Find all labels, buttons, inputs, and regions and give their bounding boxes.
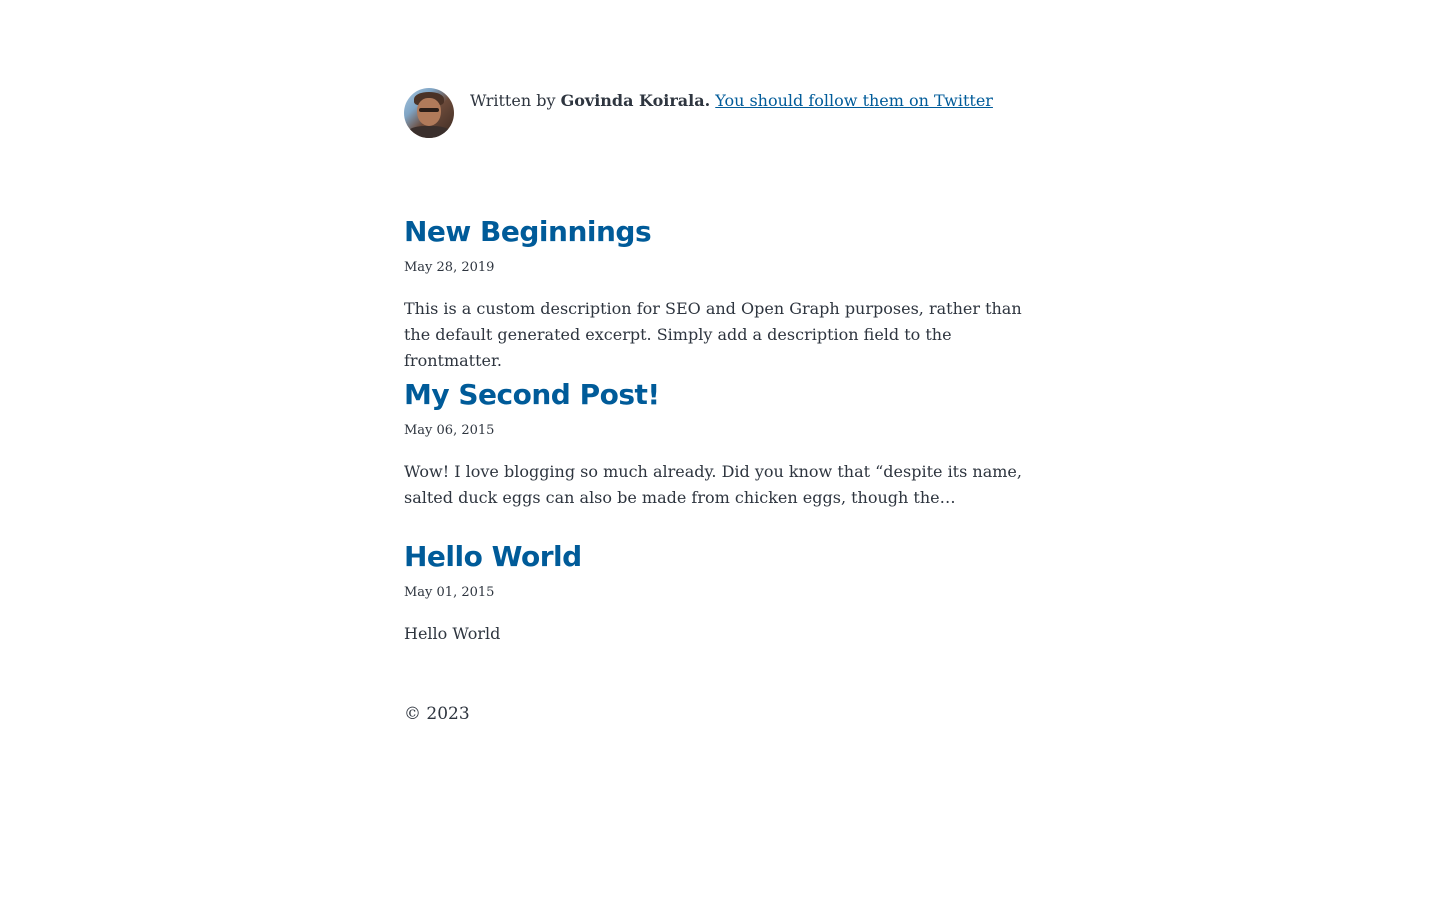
avatar-glasses [419,108,439,112]
footer-copyright: © 2023 [404,704,470,724]
post-date: May 28, 2019 [404,260,495,275]
written-by-label: Written by [470,91,561,110]
post-item: Hello World May 01, 2015 Hello World [404,540,1044,647]
author-avatar [404,88,454,138]
bio-text: Written by Govinda Koirala. You should f… [470,90,993,112]
author-bio: Written by Govinda Koirala. You should f… [404,88,1044,138]
post-title-link[interactable]: My Second Post! [404,378,1044,412]
post-date: May 01, 2015 [404,585,495,600]
post-description: Wow! I love blogging so much already. Di… [404,462,1022,507]
avatar-shirt [406,126,452,138]
post-description: Hello World [404,624,501,643]
post-description: This is a custom description for SEO and… [404,299,1022,370]
post-title-link[interactable]: New Beginnings [404,215,1044,249]
post-date: May 06, 2015 [404,423,495,438]
post-item: My Second Post! May 06, 2015 Wow! I love… [404,378,1044,511]
twitter-link[interactable]: You should follow them on Twitter [715,91,993,110]
author-name: Govinda Koirala. [560,91,711,110]
post-title-link[interactable]: Hello World [404,540,1044,574]
avatar-face [417,98,441,126]
post-item: New Beginnings May 28, 2019 This is a cu… [404,215,1044,374]
